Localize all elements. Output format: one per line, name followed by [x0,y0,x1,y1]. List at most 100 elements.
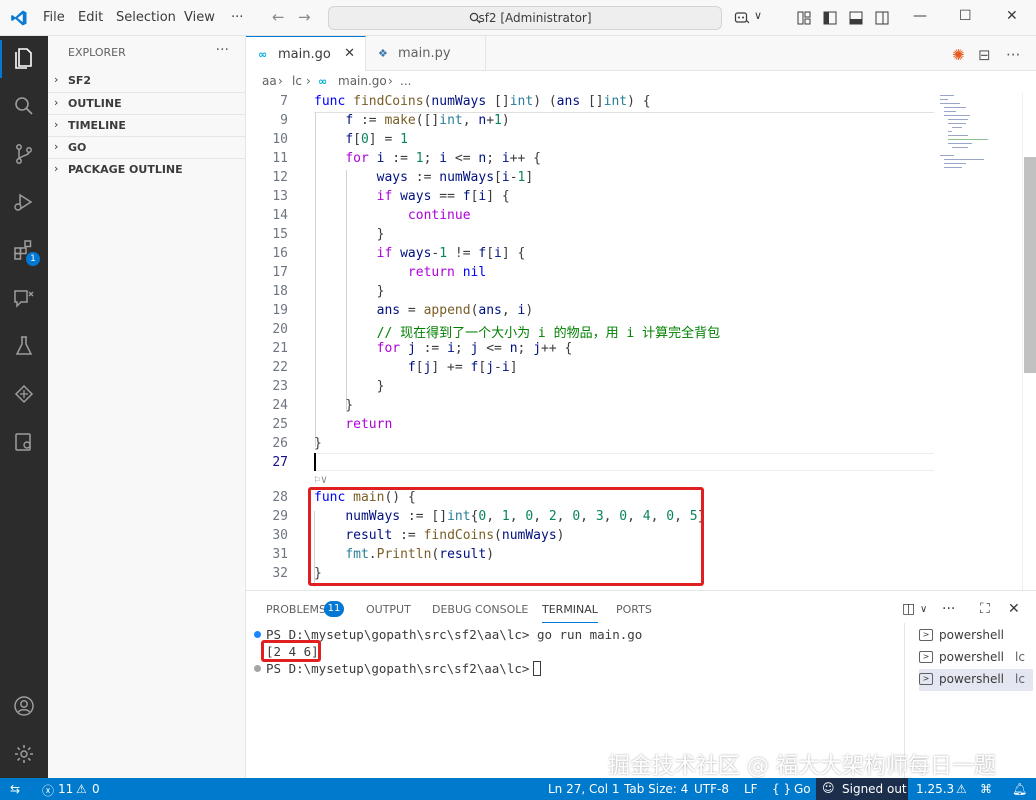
toggle-panel-icon[interactable] [848,10,864,26]
menu-more[interactable]: ··· [231,10,243,25]
cursor-position[interactable]: Ln 27, Col 1 [548,782,620,796]
menu-view[interactable]: View [184,10,215,25]
breadcrumb-more[interactable]: ... [400,74,411,88]
terminal-more-icon[interactable]: ··· [942,601,955,617]
terminal-dropdown-chevron-icon[interactable]: ∨ [920,604,927,615]
go-file-icon: ∞ [318,75,328,88]
go-version[interactable]: 1.25.3 [916,782,954,796]
run-debug-icon[interactable] [12,190,36,214]
source-control-icon[interactable] [12,142,36,166]
go-explorer-icon[interactable] [12,382,36,406]
section-label: TIMELINE [68,119,126,132]
layout-customize-icon[interactable] [796,10,812,26]
line-number: 26 [272,436,288,451]
remote-explorer-icon[interactable] [12,286,36,310]
end-of-line[interactable]: LF [744,782,758,796]
menu-file[interactable]: File [43,10,65,25]
testing-icon[interactable] [12,334,36,358]
warning-count[interactable]: 0 [92,782,100,796]
notifications-bell-icon[interactable]: 🔔︎ [1012,782,1027,796]
tab-size[interactable]: Tab Size: 4 [624,782,688,796]
terminal-instance[interactable]: > powershell [919,625,1033,647]
error-count[interactable]: 11 [58,782,73,796]
more-actions-icon[interactable]: ··· [1006,46,1020,64]
panel-tab-output[interactable]: OUTPUT [366,603,411,616]
go-status-icon[interactable]: ⚠ [956,782,967,796]
section-label: OUTLINE [68,97,122,110]
back-arrow-icon[interactable]: ← [272,8,285,26]
editor-scrollbar[interactable] [1022,93,1036,590]
python-file-icon: ❖ [378,47,388,60]
breadcrumb-aa[interactable]: aa [262,74,277,88]
maximize-panel-icon[interactable]: ⛶ [980,601,990,617]
terminal-line: PS D:\mysetup\gopath\src\sf2\aa\lc> go r… [266,627,642,642]
menu-edit[interactable]: Edit [78,10,103,25]
command-center-search[interactable]: sf2 [Administrator] [328,6,722,30]
explorer-icon[interactable] [12,46,36,70]
scrollbar-thumb[interactable] [1024,157,1036,373]
encoding[interactable]: UTF-8 [694,782,729,796]
remote-indicator-icon[interactable]: ⇆ [10,782,20,796]
tab-main-py[interactable]: ❖ main.py [366,36,486,71]
language-braces-icon[interactable]: { } [772,782,791,796]
code-line: ways := numWays[i-1] [376,170,534,185]
section-package-outline[interactable]: › PACKAGE OUTLINE [48,158,246,180]
code-line: for i := 1; i <= n; i++ { [345,151,542,166]
manage-gear-icon[interactable] [12,742,36,766]
code-editor[interactable]: 7 func findCoins(numWays []int) (ans []i… [246,93,1036,590]
section-go[interactable]: › GO [48,136,246,158]
close-panel-icon[interactable]: ✕ [1008,601,1020,617]
code-line: func findCoins(numWays []int) (ans []int… [314,94,651,109]
breadcrumb-main-go[interactable]: main.go [338,74,387,88]
vscode-logo-icon [11,10,27,26]
section-sf2[interactable]: › SF2 [48,70,246,92]
terminal-line: PS D:\mysetup\gopath\src\sf2\aa\lc> [266,661,542,676]
tab-main-go[interactable]: ∞ main.go ✕ [246,36,366,71]
panel-tab-ports[interactable]: PORTS [616,603,652,616]
terminal-instance[interactable]: > powershell lc [919,647,1033,669]
annotation-highlight-box [308,487,704,586]
split-terminal-icon[interactable]: ◫ [902,601,915,617]
toggle-secondary-sidebar-icon[interactable] [874,10,890,26]
line-number: 7 [280,94,288,109]
breadcrumb-lc[interactable]: lc [292,74,302,88]
line-number: 11 [272,151,288,166]
account-icon[interactable] [12,694,36,718]
search-icon[interactable] [12,94,36,118]
language-mode[interactable]: Go [794,782,811,796]
breadcrumb-separator-icon: › [278,74,283,88]
copilot-chevron-icon[interactable]: ∨ [754,9,762,22]
error-icon[interactable]: ⓧ [42,782,54,799]
code-line: if ways == f[i] { [376,189,510,204]
minimap[interactable] [938,93,1022,590]
panel-tab-terminal[interactable]: TERMINAL [542,603,598,623]
codelens-hint[interactable]: ⚐∨ [314,473,327,486]
explorer-sidebar: EXPLORER ··· › SF2 › OUTLINE › TIMELINE … [48,36,246,778]
terminal-icon: > [919,673,933,685]
minimize-icon[interactable]: — [913,8,927,24]
maximize-icon[interactable]: ☐ [959,8,972,24]
terminal-suffix: lc [1015,650,1025,664]
copilot-icon[interactable] [734,10,750,26]
containers-icon[interactable] [12,430,36,454]
panel-tab-problems[interactable]: PROBLEMS [266,603,326,616]
split-editor-icon[interactable]: ⊟ [978,46,991,64]
warning-icon[interactable]: ⚠ [76,782,87,796]
code-line: continue [407,208,471,223]
section-outline[interactable]: › OUTLINE [48,92,246,114]
copilot-sparkle-icon[interactable]: ✺ [952,46,965,64]
sidebar-more-actions[interactable]: ··· [216,42,229,58]
close-tab-icon[interactable]: ✕ [344,46,355,61]
section-timeline[interactable]: › TIMELINE [48,114,246,136]
panel-tab-debug-console[interactable]: DEBUG CONSOLE [432,603,528,616]
code-line: } [314,398,354,413]
breadcrumb-separator-icon: › [388,74,393,88]
account-signed-out[interactable]: ☺ Signed out [816,778,908,800]
copilot-status-icon[interactable]: ⌘ [980,782,992,796]
chevron-right-icon: › [54,162,59,175]
toggle-primary-sidebar-icon[interactable] [822,10,838,26]
terminal-instance-selected[interactable]: > powershell lc [919,669,1033,691]
close-window-icon[interactable]: ✕ [1006,8,1018,24]
forward-arrow-icon[interactable]: → [298,8,311,26]
menu-selection[interactable]: Selection [116,10,176,25]
